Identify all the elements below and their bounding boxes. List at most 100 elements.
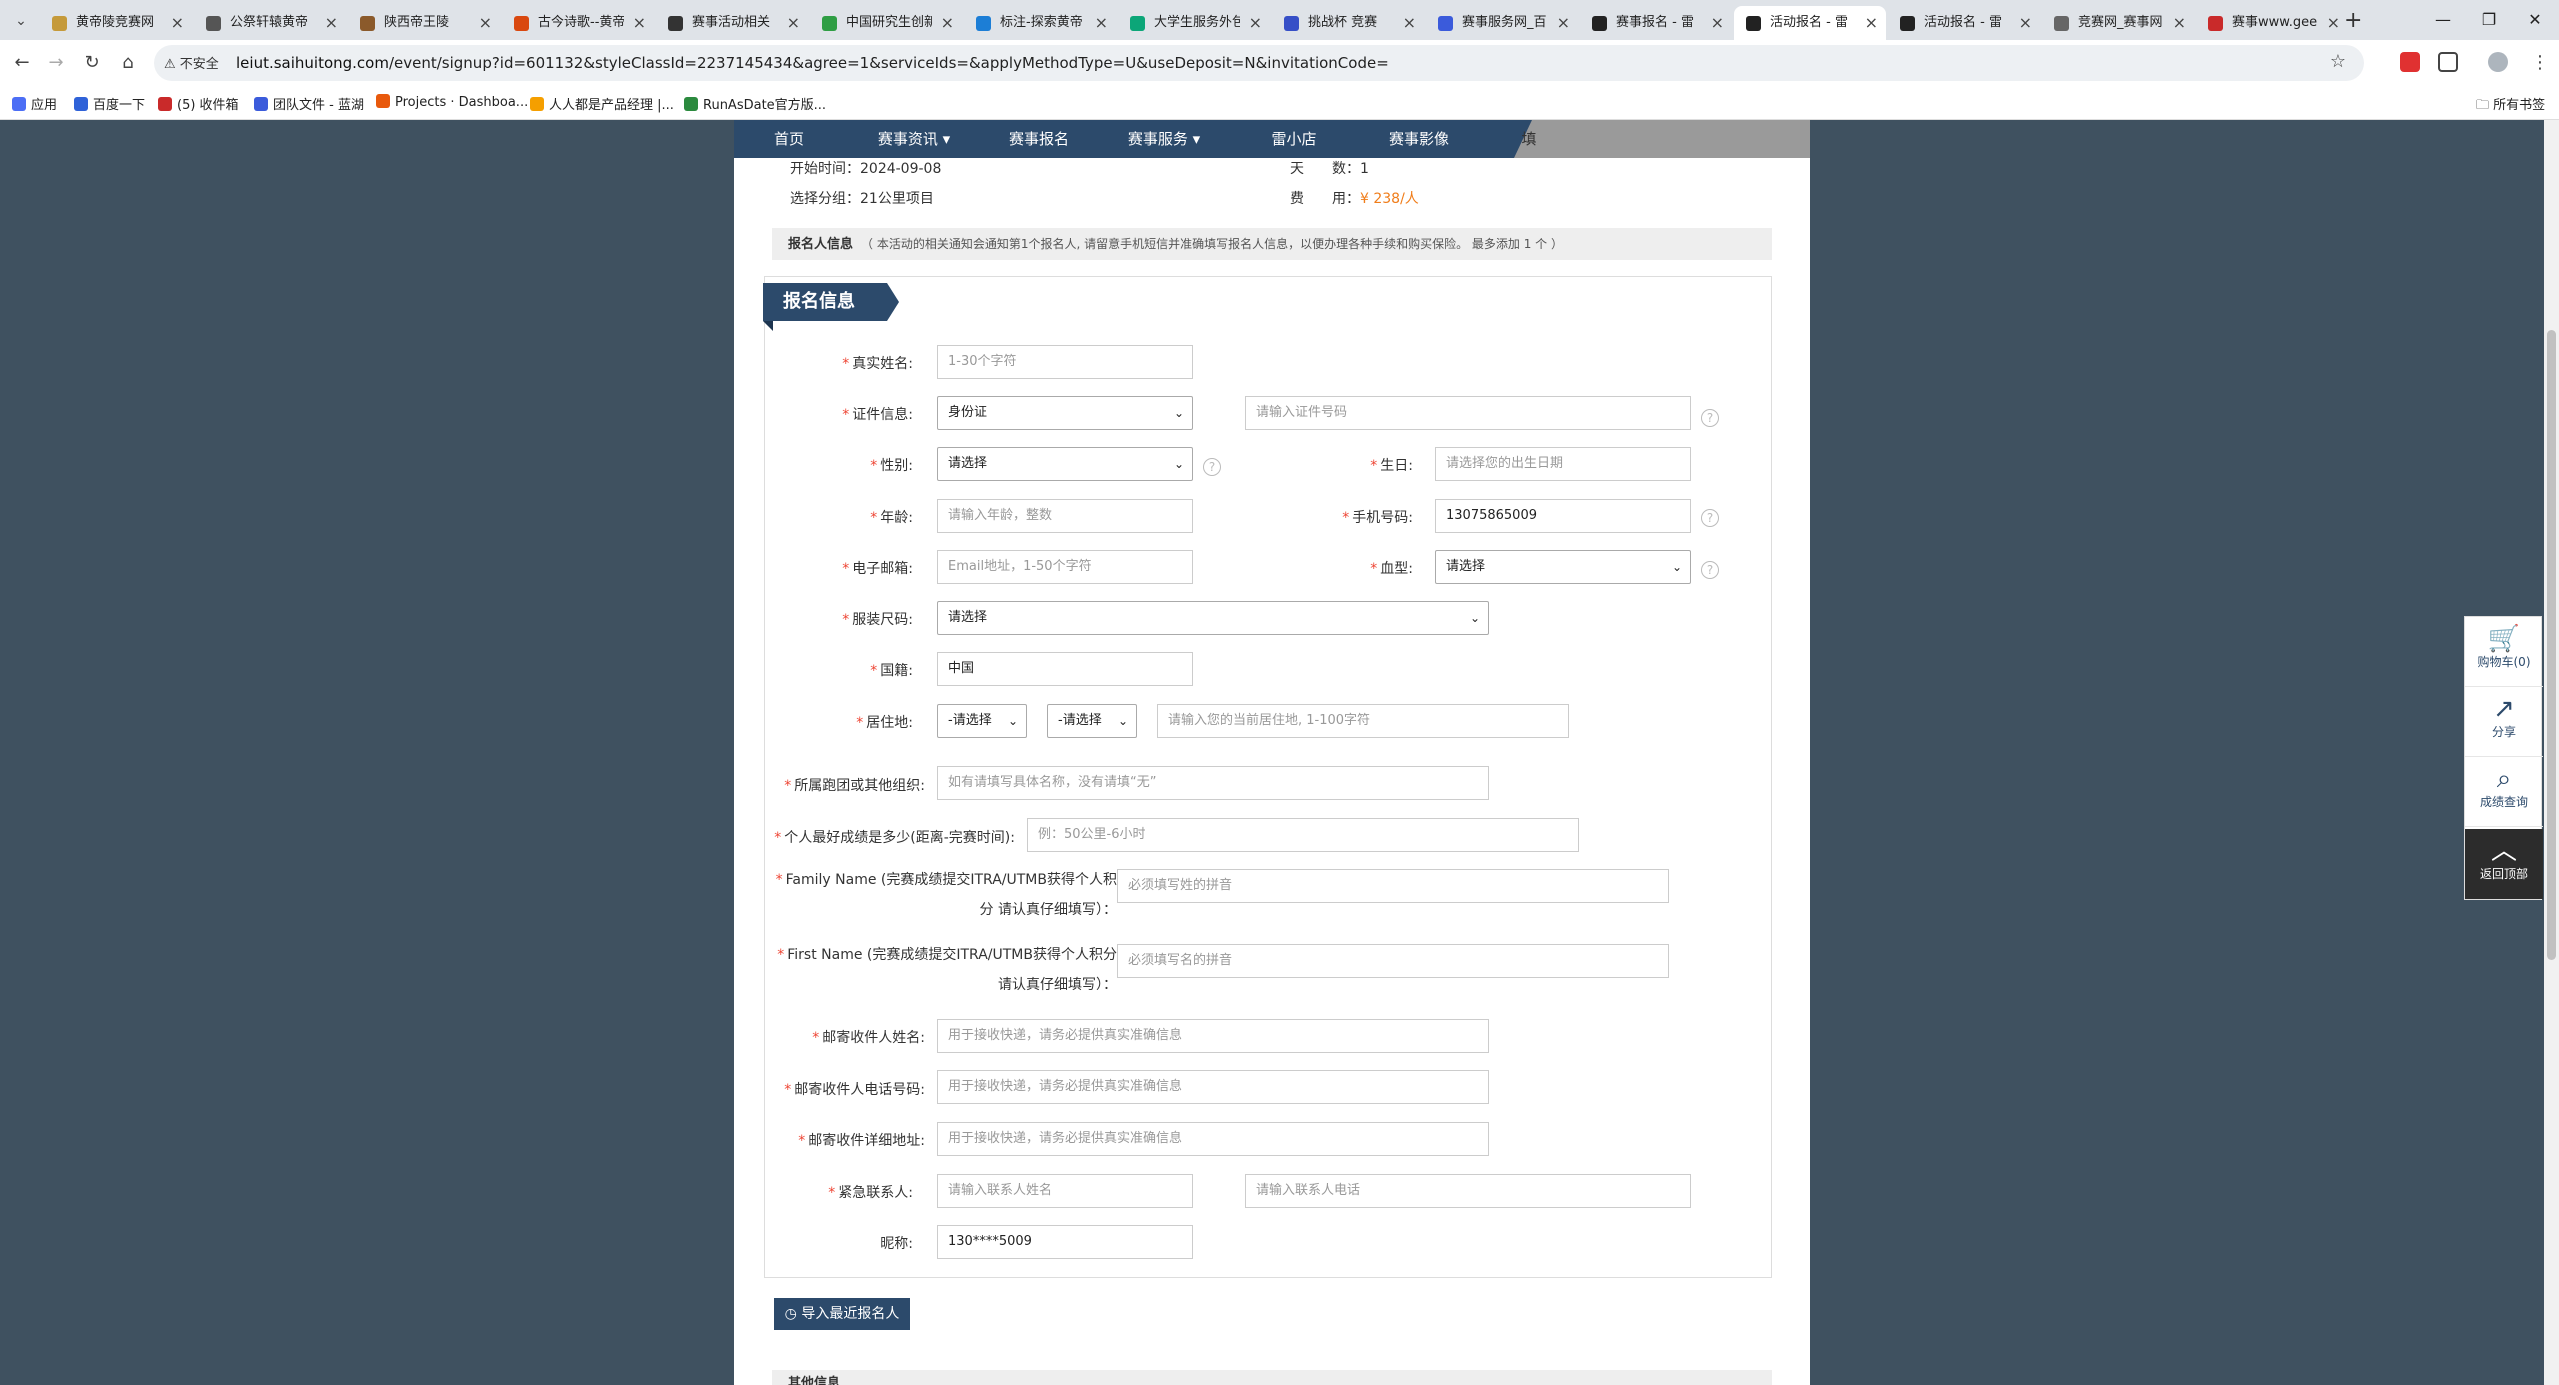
browser-tab[interactable]: 赛事服务网_百 × bbox=[1426, 6, 1578, 40]
tab-close-icon[interactable]: × bbox=[2327, 6, 2340, 40]
tab-close-icon[interactable]: × bbox=[2019, 6, 2032, 40]
browser-tab[interactable]: 挑战杯 竞赛 × bbox=[1272, 6, 1424, 40]
nav-home[interactable]: 首页 bbox=[734, 120, 844, 158]
name-input[interactable]: 1-30个字符 bbox=[937, 345, 1193, 379]
browser-tab[interactable]: 公祭轩辕黄帝 × bbox=[194, 6, 346, 40]
back-to-top-button[interactable]: ︿ 返回顶部 bbox=[2465, 829, 2543, 899]
nav-event-signup[interactable]: 赛事报名 bbox=[984, 120, 1094, 158]
help-icon[interactable]: ? bbox=[1701, 509, 1719, 527]
import-recent-applicant-button[interactable]: ◷ 导入最近报名人 bbox=[774, 1298, 910, 1330]
bookmark-star-icon[interactable]: ☆ bbox=[2330, 51, 2346, 72]
birthday-input[interactable]: 请选择您的出生日期 bbox=[1435, 447, 1691, 481]
forward-icon[interactable]: → bbox=[44, 52, 68, 73]
url-path: /event/signup?id=601132&styleClassId=223… bbox=[388, 54, 1389, 72]
extension-icon[interactable] bbox=[2400, 52, 2420, 72]
scrollbar-thumb[interactable] bbox=[2547, 330, 2556, 960]
page-scrollbar[interactable] bbox=[2544, 120, 2559, 1385]
browser-tab[interactable]: 标注-探索黄帝 × bbox=[964, 6, 1116, 40]
insecure-indicator[interactable]: ⚠ 不安全 bbox=[164, 53, 219, 72]
phone-input[interactable]: 13075865009 bbox=[1435, 499, 1691, 533]
tab-search-chevron-icon[interactable]: ⌄ bbox=[10, 10, 32, 32]
signup-form: 报名信息 * 真实姓名: 1-30个字符 * 证件信息: 身份证 ⌄ 请输入证件号码 … bbox=[763, 276, 1772, 1278]
help-icon[interactable]: ? bbox=[1701, 409, 1719, 427]
tab-close-icon[interactable]: × bbox=[1865, 6, 1878, 40]
tab-close-icon[interactable]: × bbox=[2173, 6, 2186, 40]
emergency-phone-input[interactable]: 请输入联系人电话 bbox=[1245, 1174, 1691, 1208]
nationality-input[interactable]: 中国 bbox=[937, 652, 1193, 686]
browser-tab[interactable]: 竞赛网_赛事网 × bbox=[2042, 6, 2194, 40]
tab-close-icon[interactable]: × bbox=[171, 6, 184, 40]
browser-tab[interactable]: 活动报名 - 雷 × bbox=[1734, 6, 1886, 40]
address-bar[interactable]: ⚠ 不安全 leiut.saihuitong.com/event/signup?… bbox=[154, 45, 2364, 81]
tab-close-icon[interactable]: × bbox=[787, 6, 800, 40]
tab-close-icon[interactable]: × bbox=[1249, 6, 1262, 40]
id-number-input[interactable]: 请输入证件号码 bbox=[1245, 396, 1691, 430]
nav-event-news[interactable]: 赛事资讯 ▾ bbox=[844, 120, 984, 158]
bookmark-item[interactable]: RunAsDate官方版... bbox=[684, 94, 826, 113]
city-select[interactable]: -请选择 ⌄ bbox=[1047, 704, 1137, 738]
close-window-button[interactable]: ✕ bbox=[2512, 6, 2558, 34]
best-result-input[interactable]: 例：50公里-6小时 bbox=[1027, 818, 1579, 852]
browser-tab[interactable]: 赛事www.gee × bbox=[2196, 6, 2348, 40]
mail-phone-input[interactable]: 用于接收快递，请务必提供真实准确信息 bbox=[937, 1070, 1489, 1104]
blood-select[interactable]: 请选择 ⌄ bbox=[1435, 550, 1691, 584]
bookmark-item[interactable]: 百度一下 bbox=[74, 94, 145, 113]
size-select[interactable]: 请选择 ⌄ bbox=[937, 601, 1489, 635]
browser-tab[interactable]: 大学生服务外包 × bbox=[1118, 6, 1270, 40]
maximize-button[interactable]: ❐ bbox=[2466, 6, 2512, 34]
bookmark-item[interactable]: 团队文件 - 蓝湖 bbox=[254, 94, 364, 113]
email-input[interactable]: Email地址，1-50个字符 bbox=[937, 550, 1193, 584]
city-value: -请选择 bbox=[1058, 713, 1102, 728]
minimize-button[interactable]: — bbox=[2420, 6, 2466, 34]
url-text[interactable]: leiut.saihuitong.com/event/signup?id=601… bbox=[236, 54, 1389, 72]
tab-favicon-icon bbox=[1746, 16, 1761, 31]
tab-close-icon[interactable]: × bbox=[1711, 6, 1724, 40]
reload-icon[interactable]: ↻ bbox=[80, 52, 104, 73]
share-button[interactable]: ↗ 分享 bbox=[2465, 687, 2543, 757]
new-tab-button[interactable]: + bbox=[2344, 8, 2362, 33]
bookmark-item[interactable]: (5) 收件箱 bbox=[158, 94, 239, 113]
profile-avatar[interactable] bbox=[2488, 52, 2508, 72]
help-icon[interactable]: ? bbox=[1701, 561, 1719, 579]
nickname-input[interactable]: 130****5009 bbox=[937, 1225, 1193, 1259]
browser-tab[interactable]: 赛事报名 - 雷 × bbox=[1580, 6, 1732, 40]
extensions-puzzle-icon[interactable] bbox=[2438, 52, 2458, 72]
tab-close-icon[interactable]: × bbox=[325, 6, 338, 40]
first-name-input[interactable]: 必须填写名的拼音 bbox=[1117, 944, 1669, 978]
tab-close-icon[interactable]: × bbox=[633, 6, 646, 40]
help-icon[interactable]: ? bbox=[1203, 458, 1221, 476]
family-name-input[interactable]: 必须填写姓的拼音 bbox=[1117, 869, 1669, 903]
bookmark-item[interactable]: Projects · Dashboa... bbox=[376, 94, 528, 110]
browser-tab[interactable]: 陕西帝王陵 × bbox=[348, 6, 500, 40]
mail-name-input[interactable]: 用于接收快递，请务必提供真实准确信息 bbox=[937, 1019, 1489, 1053]
bookmark-item[interactable]: 人人都是产品经理 |... bbox=[530, 94, 674, 113]
tab-close-icon[interactable]: × bbox=[1403, 6, 1416, 40]
tab-close-icon[interactable]: × bbox=[941, 6, 954, 40]
browser-tab[interactable]: 中国研究生创新 × bbox=[810, 6, 962, 40]
tab-close-icon[interactable]: × bbox=[1095, 6, 1108, 40]
nav-event-service[interactable]: 赛事服务 ▾ bbox=[1094, 120, 1234, 158]
back-icon[interactable]: ← bbox=[10, 52, 34, 73]
nav-shop[interactable]: 雷小店 bbox=[1234, 120, 1354, 158]
residence-input[interactable]: 请输入您的当前居住地, 1-100字符 bbox=[1157, 704, 1569, 738]
id-type-select[interactable]: 身份证 ⌄ bbox=[937, 396, 1193, 430]
browser-tab[interactable]: 古今诗歌--黄帝 × bbox=[502, 6, 654, 40]
menu-kebab-icon[interactable]: ⋮ bbox=[2528, 52, 2552, 73]
age-input[interactable]: 请输入年龄，整数 bbox=[937, 499, 1193, 533]
mail-address-input[interactable]: 用于接收快递，请务必提供真实准确信息 bbox=[937, 1122, 1489, 1156]
gender-select[interactable]: 请选择 ⌄ bbox=[937, 447, 1193, 481]
tab-close-icon[interactable]: × bbox=[479, 6, 492, 40]
bookmark-item[interactable]: 应用 bbox=[12, 94, 57, 113]
emergency-name-input[interactable]: 请输入联系人姓名 bbox=[937, 1174, 1193, 1208]
browser-tab[interactable]: 黄帝陵竞赛网 × bbox=[40, 6, 192, 40]
all-bookmarks-folder[interactable]: 🗀 所有书签 bbox=[2476, 94, 2545, 118]
result-query-button[interactable]: ⌕ 成绩查询 bbox=[2465, 757, 2543, 827]
cart-button[interactable]: 🛒 购物车(0) bbox=[2465, 617, 2543, 687]
browser-tab[interactable]: 赛事活动相关 × bbox=[656, 6, 808, 40]
nav-event-gallery[interactable]: 赛事影像 bbox=[1354, 120, 1484, 158]
tab-close-icon[interactable]: × bbox=[1557, 6, 1570, 40]
club-input[interactable]: 如有请填写具体名称，没有请填“无” bbox=[937, 766, 1489, 800]
browser-tab[interactable]: 活动报名 - 雷 × bbox=[1888, 6, 2040, 40]
province-select[interactable]: -请选择 ⌄ bbox=[937, 704, 1027, 738]
home-icon[interactable]: ⌂ bbox=[116, 52, 140, 73]
